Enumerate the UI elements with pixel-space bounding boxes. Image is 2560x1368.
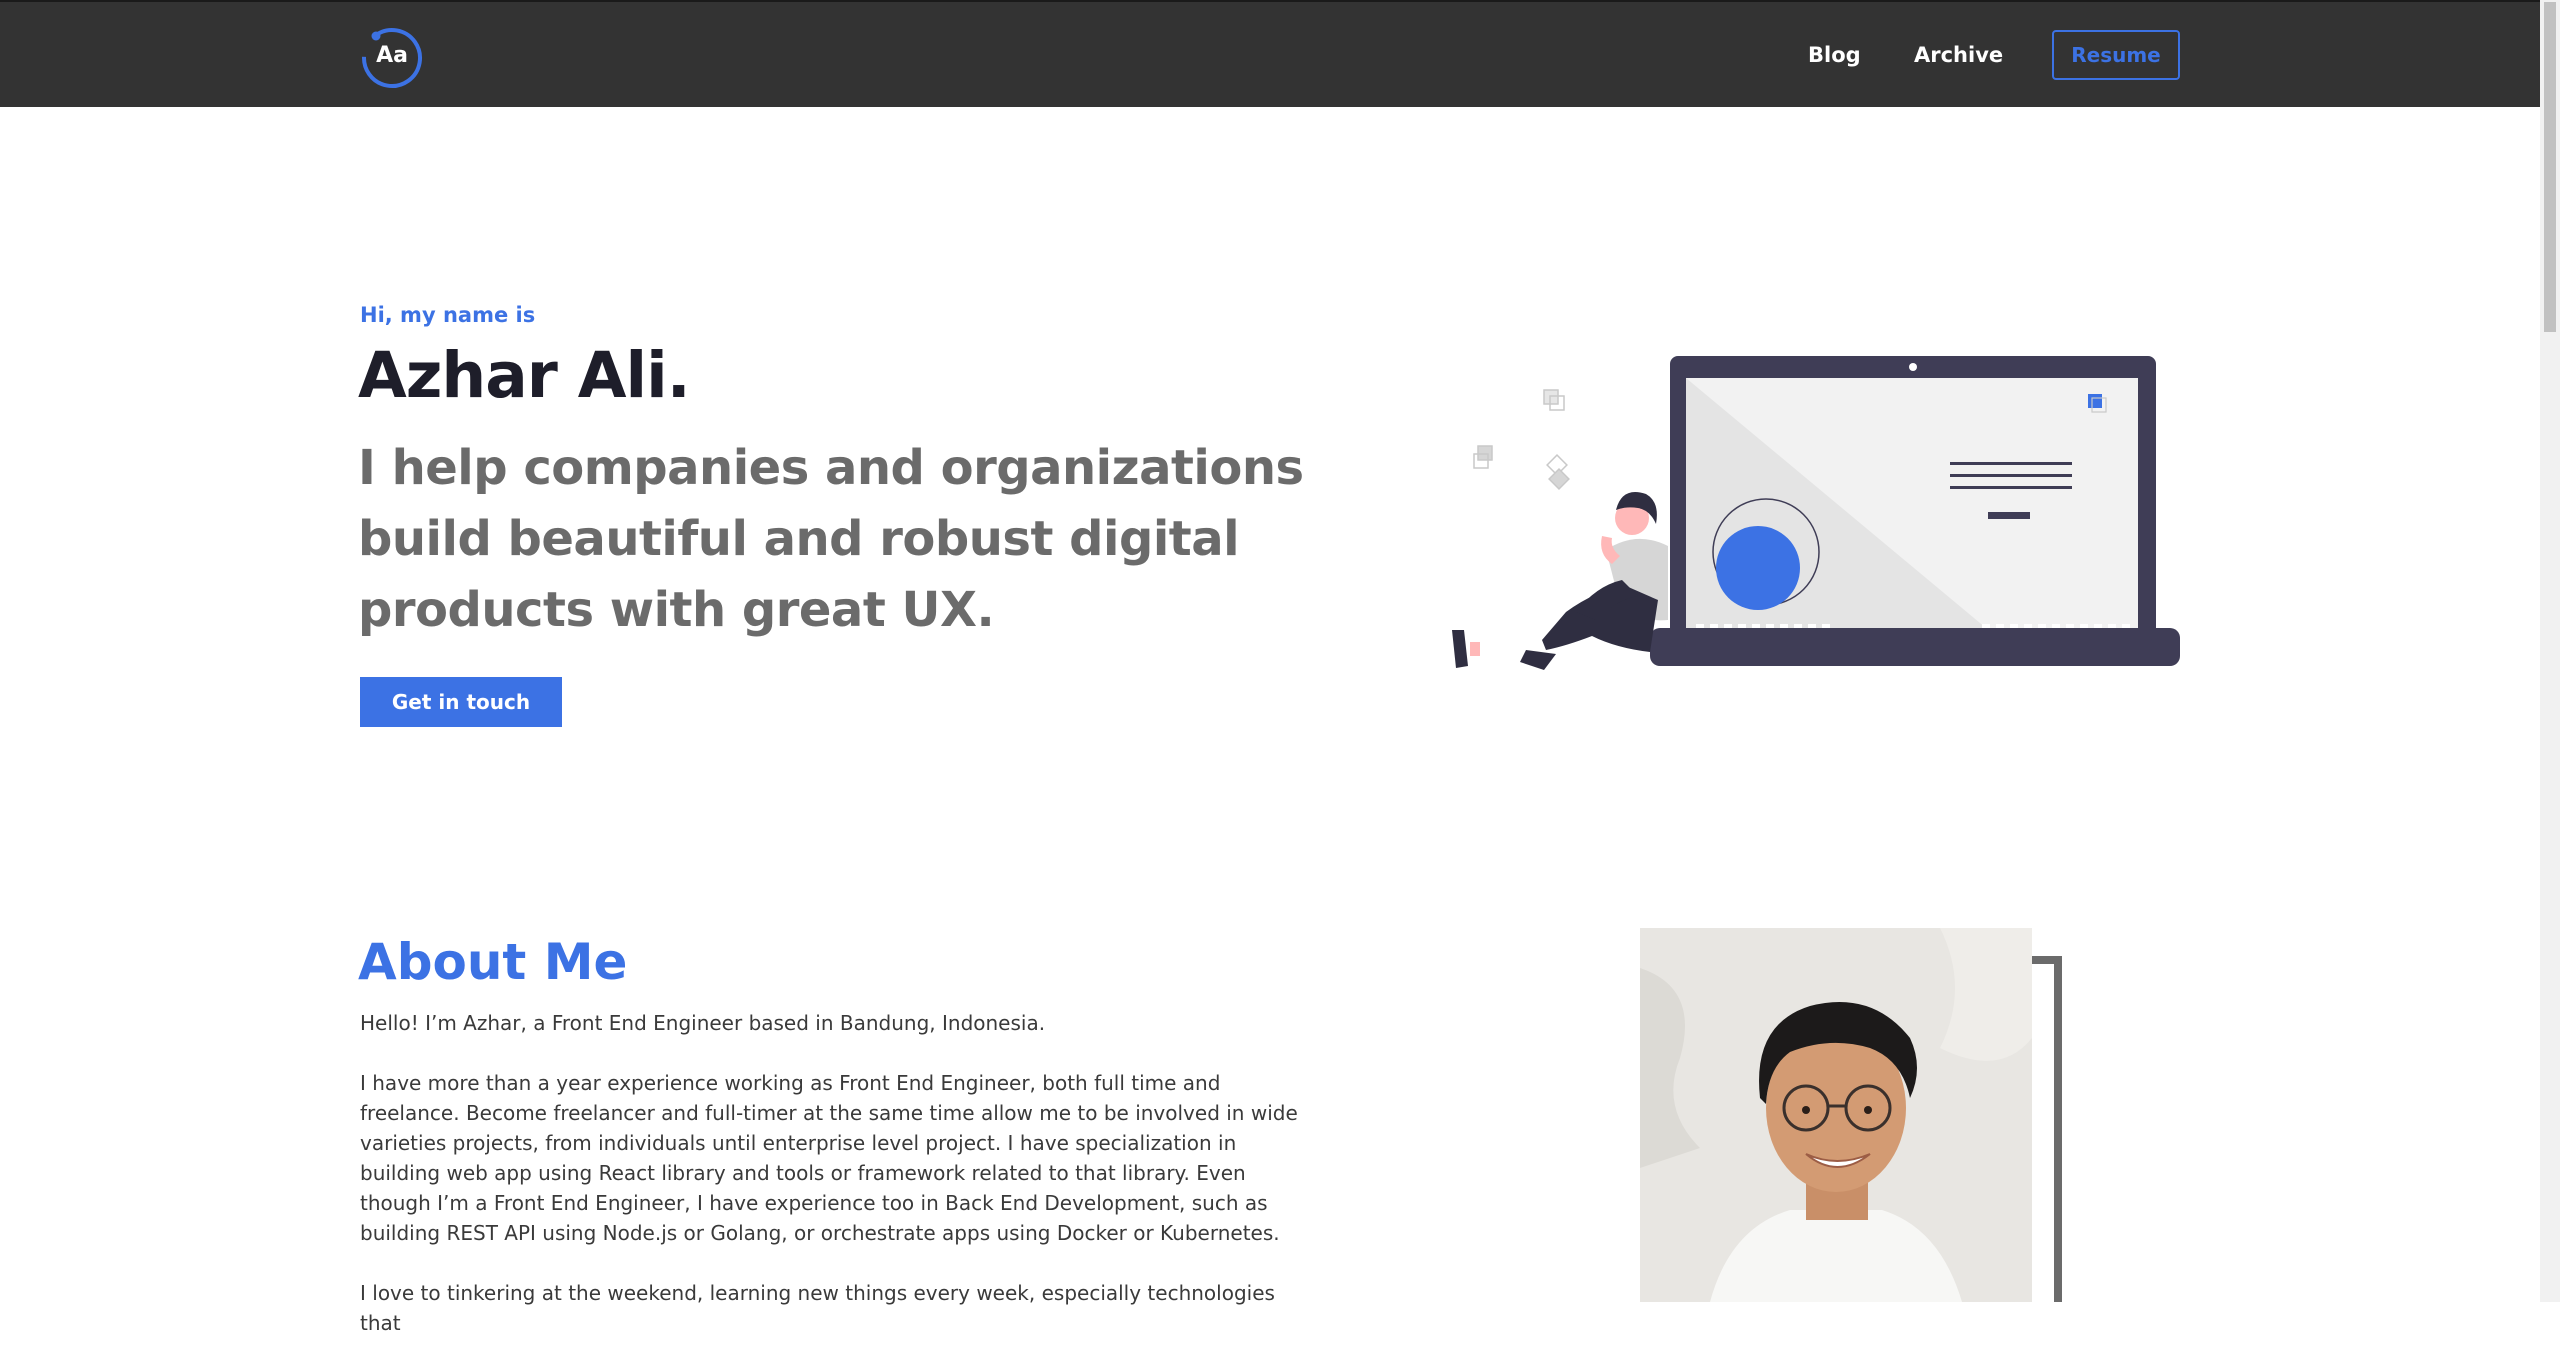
- hero-illustration: [1446, 350, 2186, 680]
- person-figure: [1452, 492, 1668, 670]
- scrollbar-thumb[interactable]: [2544, 2, 2556, 332]
- hero-tagline: I help companies and organizations build…: [358, 440, 1304, 638]
- hero-name: Azhar Ali.: [358, 339, 691, 412]
- site-logo[interactable]: Aa: [358, 22, 426, 90]
- get-in-touch-button[interactable]: Get in touch: [360, 677, 562, 727]
- about-paragraph: I love to tinkering at the weekend, lear…: [360, 1281, 1275, 1335]
- about-paragraph: Hello! I’m Azhar, a Front End Engineer b…: [360, 1011, 1046, 1035]
- about-paragraph: I have more than a year experience worki…: [360, 1071, 1298, 1245]
- photo-frame-accent: [2032, 956, 2062, 1302]
- logo-text: Aa: [376, 43, 408, 68]
- nav-link-blog[interactable]: Blog: [1808, 38, 1861, 72]
- page-scrollbar[interactable]: [2540, 0, 2560, 1302]
- profile-photo-portrait: [1640, 928, 2032, 1302]
- about-title: About Me: [358, 933, 628, 991]
- floating-squares-decoration: [1473, 389, 1570, 490]
- resume-button[interactable]: Resume: [2052, 30, 2180, 80]
- profile-photo: [1640, 928, 2032, 1302]
- top-navbar: Aa Blog Archive Resume: [0, 0, 2540, 107]
- about-body: Hello! I’m Azhar, a Front End Engineer b…: [360, 1008, 1320, 1368]
- nav-link-archive[interactable]: Archive: [1914, 38, 2003, 72]
- laptop-person-illustration: [1452, 356, 2180, 670]
- hero-greeting: Hi, my name is: [360, 303, 536, 327]
